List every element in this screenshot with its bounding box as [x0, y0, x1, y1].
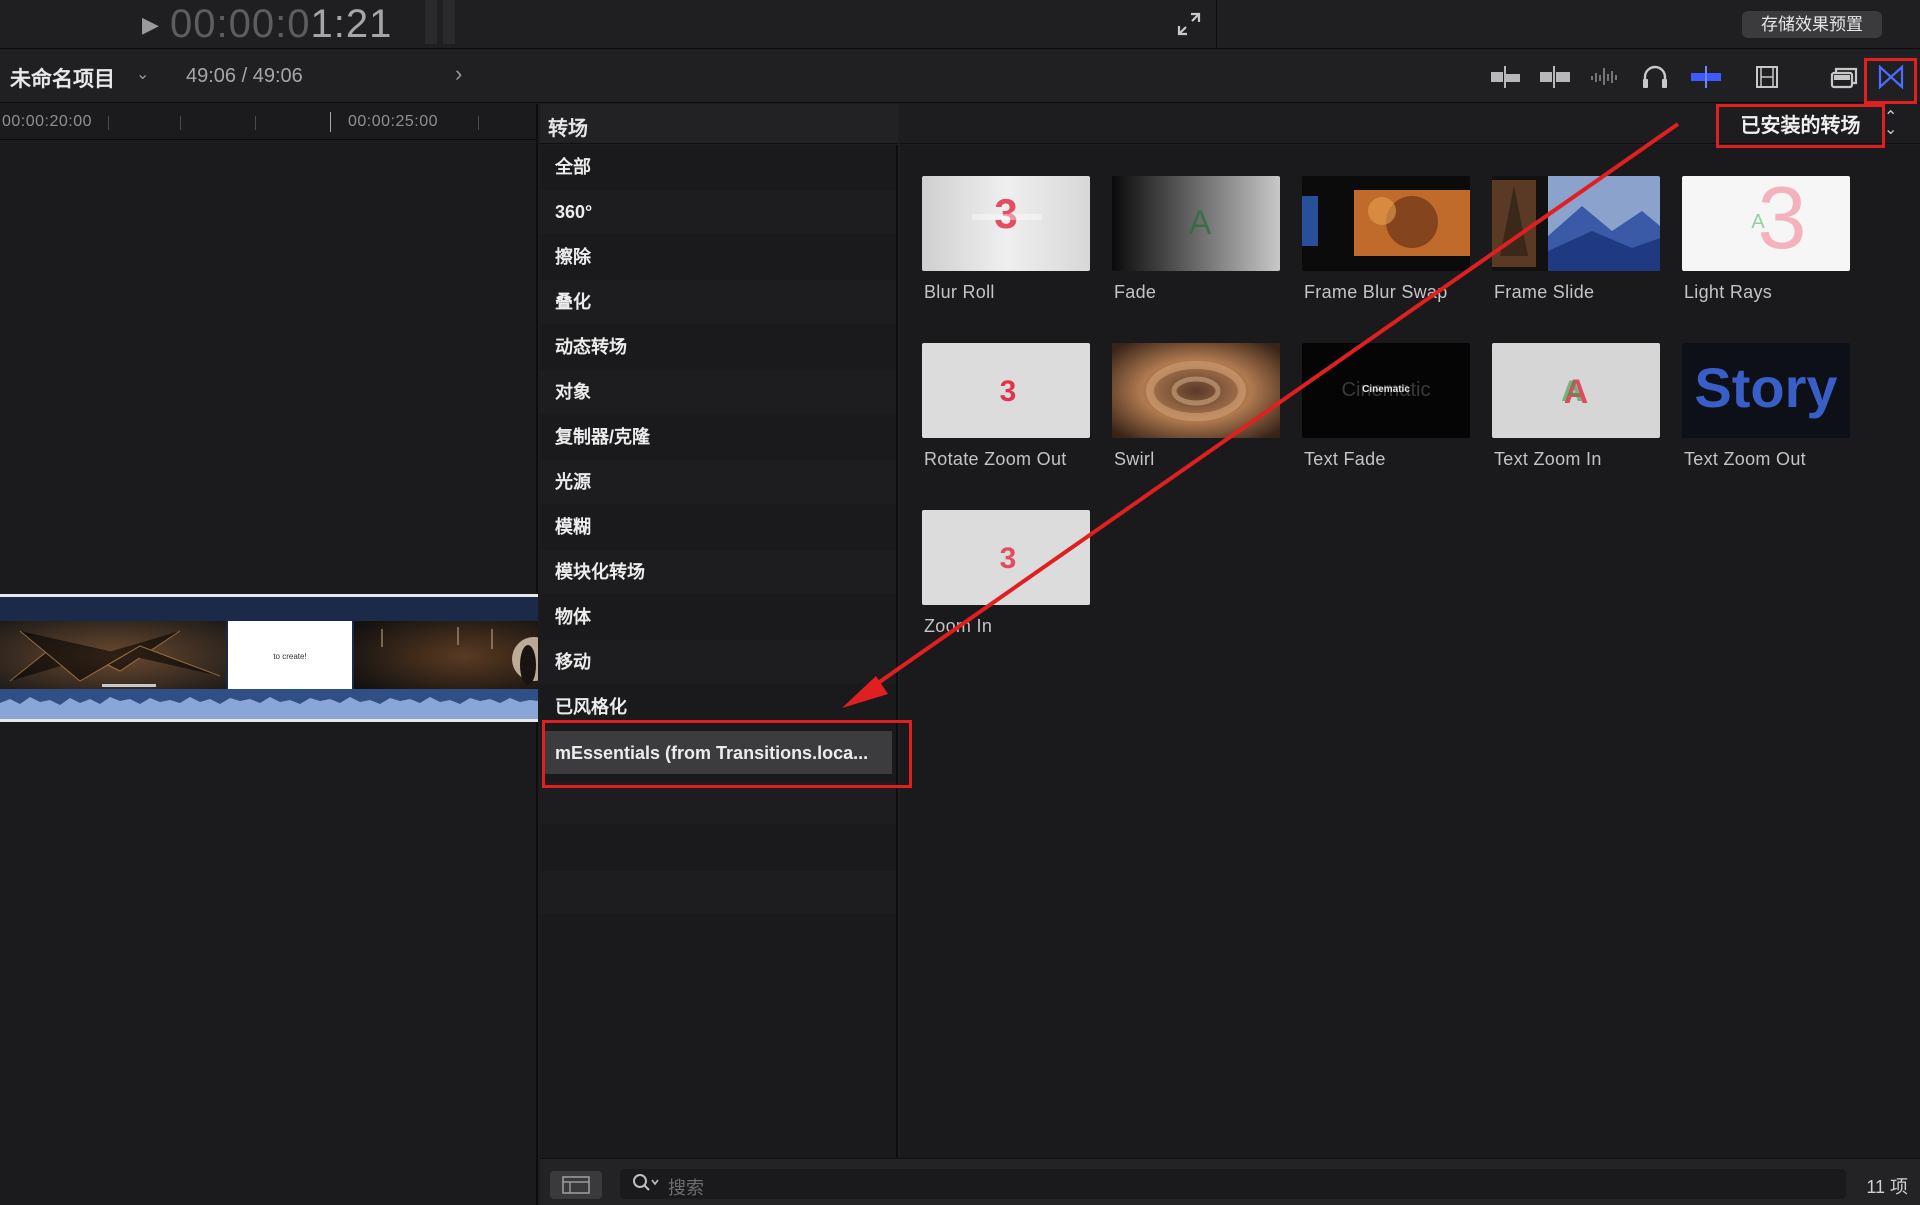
clip-caption: to create!: [273, 652, 306, 661]
skimming-icon[interactable]: [1689, 63, 1723, 91]
play-icon[interactable]: ▶: [142, 12, 159, 38]
annotation-box-transitions-toggle: [1864, 58, 1917, 104]
append-clip-icon[interactable]: [1488, 63, 1522, 91]
ruler-label: 00:00:20:00: [2, 113, 93, 130]
ruler-tick: [478, 116, 479, 130]
tile-label: Rotate Zoom Out: [924, 449, 1067, 469]
search-icon: [632, 1173, 660, 1199]
category-item[interactable]: 叠化: [540, 280, 896, 325]
ruler-label: 00:00:25:00: [348, 113, 439, 130]
tile-label: Frame Blur Swap: [1304, 282, 1448, 302]
category-item[interactable]: 模块化转场: [540, 550, 896, 595]
select-arrows-icon[interactable]: ⌃ ⌄: [1884, 110, 1897, 138]
svg-text:3: 3: [1000, 542, 1017, 575]
insert-clip-icon[interactable]: [1538, 63, 1572, 91]
headphones-icon[interactable]: [1638, 63, 1672, 91]
text-fade-thumbnail: Cinematic Cinematic: [1302, 343, 1470, 438]
light-rays-thumbnail: 3A: [1682, 176, 1850, 271]
viewer-bar: ▶ 00:00:01:21 存储效果预置: [0, 0, 1920, 49]
timecode-bright: 1:21: [310, 2, 393, 46]
timecode-dim: 00:00:0: [170, 2, 311, 46]
fade-thumbnail: A: [1112, 176, 1280, 271]
timeline-ruler[interactable]: 00:00:20:00 00:00:25:00: [0, 104, 538, 140]
category-item[interactable]: 全部: [540, 145, 896, 190]
blur-roll-thumbnail: 3: [922, 176, 1090, 271]
text-zoom-in-thumbnail: AA: [1492, 343, 1660, 438]
tile-label: Fade: [1114, 282, 1157, 302]
text-fade-thumb-text-small: Cinematic: [1362, 384, 1410, 395]
video-clip[interactable]: to create!: [0, 594, 556, 722]
zoom-in-thumbnail: 3: [922, 510, 1090, 605]
category-item[interactable]: 复制器/克隆: [540, 415, 896, 460]
category-item[interactable]: 移动: [540, 640, 896, 685]
category-item[interactable]: 360°: [540, 190, 896, 235]
clip-filmstrip: to create!: [0, 621, 556, 691]
category-sidebar: 全部 360° 擦除 叠化 动态转场 对象 复制器/克隆 光源 模糊 模块化转场…: [540, 145, 898, 1161]
audio-meter: [425, 0, 461, 46]
category-item[interactable]: 动态转场: [540, 325, 896, 370]
sidebar-title: 转场: [548, 118, 588, 140]
category-item[interactable]: 物体: [540, 595, 896, 640]
sidebar-header: 转场: [540, 104, 898, 144]
timecode-display: 00:00:01:21: [170, 2, 392, 47]
category-item-selected[interactable]: mEssentials (from Transitions.loca...: [544, 731, 892, 775]
ruler-tick: [180, 116, 181, 130]
save-effects-preset-button[interactable]: 存储效果预置: [1742, 11, 1882, 38]
tile-label: Text Fade: [1304, 449, 1386, 469]
svg-text:3: 3: [994, 190, 1017, 237]
chevron-right-icon[interactable]: ›: [455, 61, 462, 87]
project-name[interactable]: 未命名项目: [10, 63, 115, 93]
transitions-browser: 转场 全部 360° 擦除 叠化 动态转场 对象 复制器/克隆 光源 模糊 模块…: [540, 104, 1920, 1205]
text-zoom-out-thumbnail: Story: [1682, 343, 1850, 438]
browser-bottom-bar: 搜索 11 项: [540, 1158, 1920, 1205]
audio-waveform-icon[interactable]: [1588, 63, 1622, 91]
duration-readout: 49:06 / 49:06: [186, 65, 303, 87]
ruler-tick: [330, 112, 331, 132]
viewer-divider: [1216, 0, 1217, 49]
item-count: 11 项: [1866, 1177, 1908, 1197]
ruler-tick: [108, 116, 109, 130]
tile-label: Text Zoom Out: [1684, 449, 1806, 469]
installed-transitions-select[interactable]: 已安装的转场: [1716, 104, 1885, 148]
tile-label: Frame Slide: [1494, 282, 1595, 302]
search-input[interactable]: 搜索: [620, 1169, 1846, 1199]
category-item[interactable]: 已风格化: [540, 685, 896, 730]
category-empty-row: [540, 826, 896, 870]
svg-text:A: A: [1561, 375, 1583, 408]
svg-text:3: 3: [1000, 375, 1017, 408]
filmstrip-icon[interactable]: [1750, 63, 1784, 91]
category-item[interactable]: 擦除: [540, 235, 896, 280]
swirl-thumbnail: [1112, 343, 1280, 438]
timeline[interactable]: 00:00:20:00 00:00:25:00 to create!: [0, 104, 556, 1205]
category-item[interactable]: 模糊: [540, 505, 896, 550]
frame-slide-thumbnail: [1492, 176, 1660, 271]
tile-label: Zoom In: [924, 616, 993, 636]
svg-text:A: A: [1751, 211, 1765, 233]
transitions-grid: 3 Blur Roll A Fade Frame Blur Swap Frame…: [900, 145, 1920, 1161]
rotate-zoom-out-thumbnail: 3: [922, 343, 1090, 438]
tile-label: Text Zoom In: [1494, 449, 1602, 469]
fullscreen-icon[interactable]: [1175, 10, 1203, 38]
layout-toggle-button[interactable]: [550, 1171, 602, 1199]
category-item[interactable]: 对象: [540, 370, 896, 415]
tile-label: Swirl: [1114, 449, 1155, 469]
chevron-down-icon[interactable]: ⌄: [136, 64, 149, 84]
svg-text:3: 3: [1758, 176, 1807, 267]
toolbar: 未命名项目 ⌄ 49:06 / 49:06 ›: [0, 50, 1920, 103]
frame-blur-swap-thumbnail: [1302, 176, 1470, 271]
audio-waveform: [0, 689, 538, 719]
category-item[interactable]: 光源: [540, 460, 896, 505]
tile-label: Blur Roll: [924, 282, 995, 302]
search-placeholder: 搜索: [668, 1178, 704, 1198]
effects-browser-icon[interactable]: [1826, 63, 1860, 91]
text-zoom-out-thumb-text: Story: [1694, 356, 1837, 419]
ruler-tick: [255, 116, 256, 130]
category-empty-row: [540, 871, 896, 915]
svg-text:A: A: [1189, 204, 1212, 242]
tile-label: Light Rays: [1684, 282, 1773, 302]
category-empty-row: [540, 781, 896, 825]
